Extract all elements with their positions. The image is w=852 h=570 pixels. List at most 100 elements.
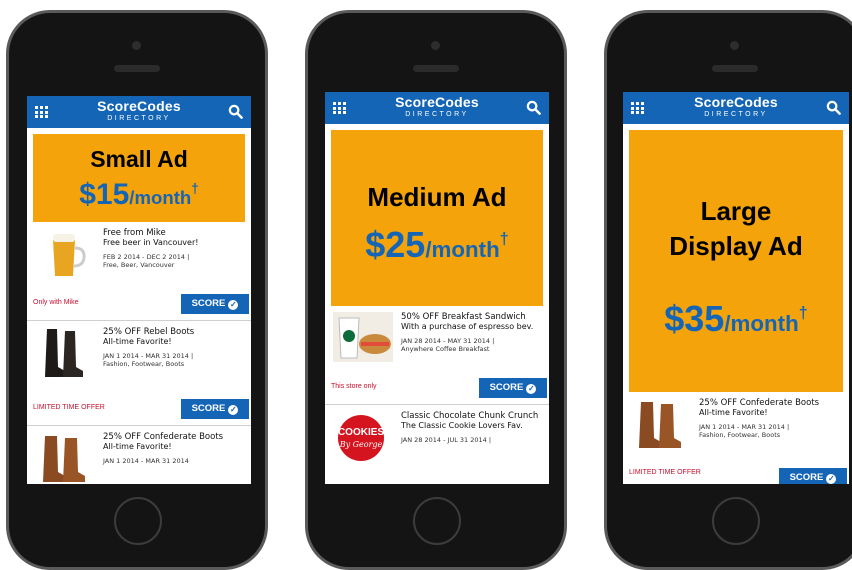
brand-sub: DIRECTORY (704, 111, 768, 118)
deal-meta: FEB 2 2014 - DEC 2 2014 | Free, Beer, Van… (103, 253, 190, 269)
deal-dates: JAN 1 2014 - MAR 31 2014 (699, 423, 785, 431)
home-button[interactable] (712, 497, 760, 545)
deal-item[interactable]: 25% OFF Rebel Boots All-time Favorite! J… (27, 321, 251, 426)
cookies-logo-image: COOKIES By George (338, 415, 384, 461)
deal-tags: Anywhere Coffee Breakfast (401, 345, 490, 353)
logo[interactable]: ScoreCodes DIRECTORY (623, 95, 849, 119)
svg-text:COOKIES: COOKIES (338, 427, 384, 438)
deal-dates: JAN 1 2014 - MAR 31 2014 (103, 352, 189, 360)
phone-screen: ScoreCodes DIRECTORY Small Ad $15/month† … (27, 96, 251, 484)
svg-text:By George: By George (339, 440, 383, 449)
search-icon[interactable] (228, 104, 243, 119)
speaker (712, 65, 758, 72)
brand-sub: DIRECTORY (107, 115, 171, 122)
check-icon: ✓ (228, 300, 239, 310)
top-bar: ScoreCodes DIRECTORY (623, 92, 849, 124)
score-label: SCORE (489, 382, 524, 393)
deal-dates: JAN 1 2014 - MAR 31 2014 (103, 457, 189, 465)
deal-meta: JAN 1 2014 - MAR 31 2014 (103, 457, 247, 465)
phone-medium-ad: ScoreCodes DIRECTORY Medium Ad $25/month†… (305, 10, 567, 570)
brand-name: ScoreCodes (97, 98, 181, 114)
logo[interactable]: ScoreCodes DIRECTORY (27, 99, 251, 123)
phone-small-ad: ScoreCodes DIRECTORY Small Ad $15/month† … (6, 10, 268, 570)
deal-note: LIMITED TIME OFFER (629, 469, 701, 476)
brand-sub: DIRECTORY (405, 111, 469, 118)
price-amount: $35 (664, 298, 725, 339)
deal-item[interactable]: 25% OFF Confederate Boots All-time Favor… (27, 426, 251, 484)
deal-item[interactable]: 50% OFF Breakfast Sandwich With a purcha… (325, 306, 549, 405)
brown-boots-image (43, 436, 85, 482)
black-boots-image (45, 329, 83, 377)
ad-banner[interactable]: Large Display Ad $35/month† (629, 130, 843, 392)
brand-name: ScoreCodes (694, 94, 778, 110)
deal-title: 25% OFF Rebel Boots (103, 327, 195, 337)
deal-note: This store only (331, 383, 377, 390)
deal-meta: JAN 28 2014 - MAY 31 2014 | Anywhere Coff… (401, 337, 495, 353)
check-icon: ✓ (826, 474, 837, 484)
deal-item[interactable]: COOKIES By George Classic Chocolate Chunk… (325, 405, 549, 484)
score-button[interactable]: SCORE ✓ (779, 468, 847, 484)
ad-price: $35/month† (629, 290, 843, 347)
deal-note: LIMITED TIME OFFER (33, 404, 105, 411)
beer-mug-image (53, 234, 86, 276)
phone-screen: ScoreCodes DIRECTORY Large Display Ad $35… (623, 92, 849, 484)
speaker (114, 65, 160, 72)
ad-name: Small Ad (90, 146, 188, 172)
score-button[interactable]: SCORE ✓ (479, 378, 547, 398)
ad-banner[interactable]: Small Ad $15/month† (33, 134, 245, 222)
score-label: SCORE (789, 472, 824, 483)
deal-subtitle: All-time Favorite! (103, 442, 172, 451)
deal-text: 25% OFF Rebel Boots All-time Favorite! J… (103, 327, 247, 368)
deal-text: 50% OFF Breakfast Sandwich With a purcha… (401, 312, 545, 353)
home-button[interactable] (114, 497, 162, 545)
deal-subtitle: All-time Favorite! (103, 337, 172, 346)
score-button[interactable]: SCORE ✓ (181, 399, 249, 419)
top-bar: ScoreCodes DIRECTORY (325, 92, 549, 124)
home-button[interactable] (413, 497, 461, 545)
deal-dates: JAN 28 2014 - JUL 31 2014 (401, 436, 487, 444)
ad-price: $15/month† (33, 173, 245, 214)
deal-text: Classic Chocolate Chunk Crunch The Class… (401, 411, 545, 444)
deal-meta: JAN 1 2014 - MAR 31 2014 | Fashion, Footw… (699, 423, 790, 439)
price-unit: /month (425, 237, 500, 262)
coffee-sandwich-image (333, 312, 393, 362)
deal-dates: FEB 2 2014 - DEC 2 2014 (103, 253, 186, 261)
deal-text: 25% OFF Confederate Boots All-time Favor… (103, 432, 247, 465)
deal-title: 50% OFF Breakfast Sandwich (401, 312, 526, 322)
deal-subtitle: With a purchase of espresso bev. (401, 322, 534, 331)
deal-title: Classic Chocolate Chunk Crunch (401, 411, 539, 421)
price-unit: /month (724, 311, 799, 336)
deal-meta: JAN 1 2014 - MAR 31 2014 | Fashion, Footw… (103, 352, 194, 368)
score-label: SCORE (191, 403, 226, 414)
speaker (413, 65, 459, 72)
deal-tags: Free, Beer, Vancouver (103, 261, 175, 269)
deal-tags: Fashion, Footwear, Boots (103, 360, 185, 368)
deal-dates: JAN 28 2014 - MAY 31 2014 (401, 337, 491, 345)
deal-subtitle: All-time Favorite! (699, 408, 768, 417)
phone-large-ad: ScoreCodes DIRECTORY Large Display Ad $35… (604, 10, 852, 570)
search-icon[interactable] (526, 100, 541, 115)
deal-item[interactable]: Free from Mike Free beer in Vancouver! F… (27, 222, 251, 321)
camera (431, 41, 440, 50)
ad-banner[interactable]: Medium Ad $25/month† (331, 130, 543, 306)
deal-item[interactable]: 25% OFF Confederate Boots All-time Favor… (623, 392, 849, 484)
search-icon[interactable] (826, 100, 841, 115)
price-dagger: † (798, 304, 808, 322)
price-amount: $15 (79, 178, 130, 211)
price-dagger: † (499, 230, 509, 248)
brown-boots-image (639, 402, 681, 448)
deal-title: Free from Mike (103, 228, 166, 238)
score-button[interactable]: SCORE ✓ (181, 294, 249, 314)
deal-tags: Fashion, Footwear, Boots (699, 431, 781, 439)
logo[interactable]: ScoreCodes DIRECTORY (325, 95, 549, 119)
ad-name: Large Display Ad (669, 196, 803, 261)
deal-subtitle: Free beer in Vancouver! (103, 238, 199, 247)
deal-text: Free from Mike Free beer in Vancouver! F… (103, 228, 247, 269)
ad-name: Medium Ad (367, 182, 507, 212)
camera (132, 41, 141, 50)
ad-price: $25/month† (331, 216, 543, 273)
deal-meta: JAN 28 2014 - JUL 31 2014 | (401, 436, 492, 444)
price-dagger: † (191, 181, 199, 196)
score-label: SCORE (191, 298, 226, 309)
price-unit: /month (129, 187, 192, 208)
